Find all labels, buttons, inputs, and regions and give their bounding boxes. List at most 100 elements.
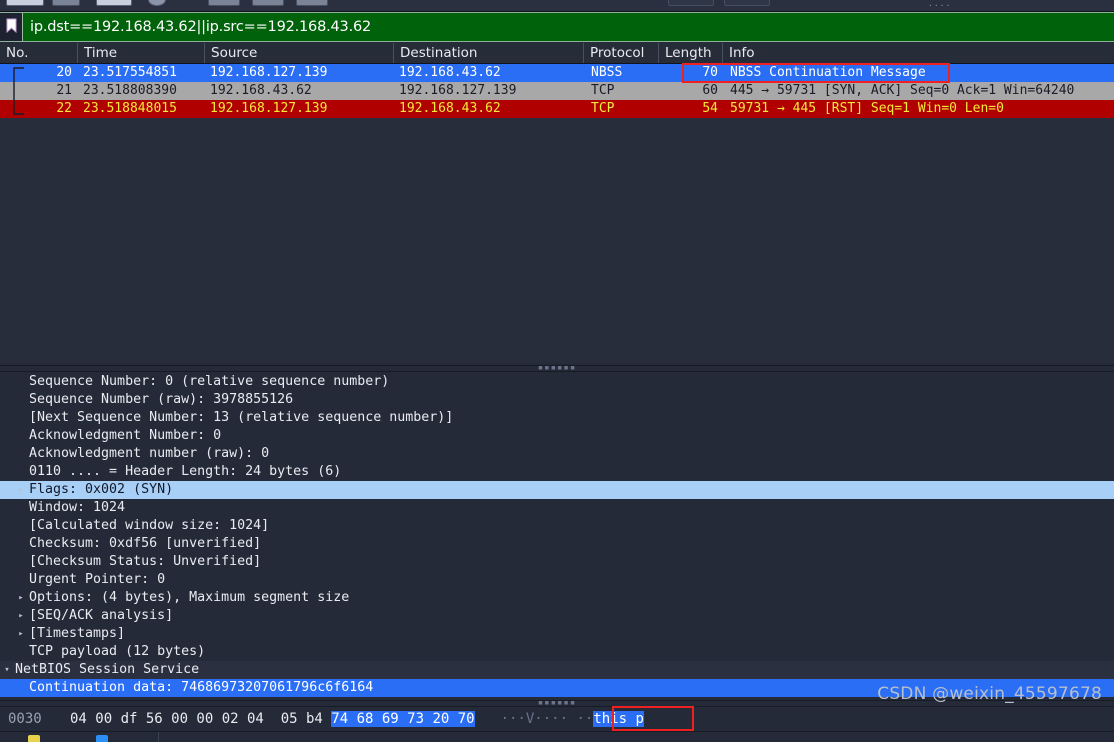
detail-row[interactable]: Urgent Pointer: 0 bbox=[0, 571, 1114, 589]
forward-button[interactable] bbox=[724, 0, 770, 6]
hex-ascii[interactable]: ···V···· ··this p bbox=[501, 707, 644, 731]
chevron-right-icon[interactable]: ▸ bbox=[14, 481, 28, 499]
column-header-time[interactable]: Time bbox=[78, 43, 205, 63]
column-header-info[interactable]: Info bbox=[723, 43, 1114, 63]
packet-cell-time: 23.517554851 bbox=[83, 65, 177, 80]
detail-row-label: [Timestamps] bbox=[29, 626, 126, 641]
detail-row[interactable]: [Calculated window size: 1024] bbox=[0, 517, 1114, 535]
packet-cell-source: 192.168.127.139 bbox=[210, 65, 328, 80]
display-filter-bar[interactable]: ip.dst==192.168.43.62||ip.src==192.168.4… bbox=[0, 12, 1114, 42]
toolbar-grip[interactable]: ···· bbox=[928, 1, 951, 10]
detail-row[interactable]: 0110 .... = Header Length: 24 bytes (6) bbox=[0, 463, 1114, 481]
hex-ascii-plain: ···V···· ·· bbox=[500, 711, 594, 727]
packet-cell-info: NBSS Continuation Message bbox=[730, 65, 926, 80]
packet-row[interactable]: 20 23.517554851 192.168.127.139 192.168.43.… bbox=[0, 64, 1114, 82]
zoom-in-icon[interactable] bbox=[208, 0, 240, 6]
back-button[interactable] bbox=[668, 0, 714, 6]
packet-cell-source: 192.168.127.139 bbox=[210, 101, 328, 116]
bookmark-icon bbox=[6, 18, 17, 37]
chevron-down-icon[interactable]: ▾ bbox=[0, 661, 14, 679]
detail-row-label: [Calculated window size: 1024] bbox=[29, 518, 270, 533]
packet-cell-no: 21 bbox=[56, 83, 72, 98]
chevron-right-icon[interactable]: ▸ bbox=[14, 589, 28, 607]
column-header-length[interactable]: Length bbox=[659, 43, 723, 63]
display-filter-input[interactable]: ip.dst==192.168.43.62||ip.src==192.168.4… bbox=[23, 19, 371, 35]
chevron-right-icon[interactable]: ▸ bbox=[14, 607, 28, 625]
detail-row[interactable]: ▸ Options: (4 bytes), Maximum segment siz… bbox=[0, 589, 1114, 607]
filter-bookmark-button[interactable] bbox=[0, 13, 23, 41]
detail-row-label: [SEQ/ACK analysis] bbox=[29, 608, 174, 623]
packet-cell-length: 54 bbox=[702, 101, 718, 116]
column-header-protocol[interactable]: Protocol bbox=[584, 43, 659, 63]
packet-cell-source: 192.168.43.62 bbox=[210, 83, 312, 98]
detail-row[interactable]: Acknowledgment number (raw): 0 bbox=[0, 445, 1114, 463]
detail-row-label: Acknowledgment number (raw): 0 bbox=[29, 446, 270, 461]
packet-list-detail-splitter[interactable]: ▪▪▪▪▪▪ bbox=[0, 364, 1114, 373]
packet-cell-destination: 192.168.127.139 bbox=[399, 83, 517, 98]
packet-cell-destination: 192.168.43.62 bbox=[399, 65, 501, 80]
detail-row[interactable]: ▸ Flags: 0x002 (SYN) bbox=[0, 481, 1114, 499]
capture-file-icon[interactable] bbox=[96, 735, 108, 742]
packet-row[interactable]: 21 23.518808390 192.168.43.62 192.168.127.1… bbox=[0, 82, 1114, 100]
detail-row-label: Sequence Number: 0 (relative sequence nu… bbox=[29, 374, 390, 389]
detail-row-label: Continuation data: 74686973207061796c6f6… bbox=[29, 680, 374, 695]
packet-cell-info: 59731 → 445 [RST] Seq=1 Win=0 Len=0 bbox=[730, 101, 1004, 116]
detail-row[interactable]: ▸ [Timestamps] bbox=[0, 625, 1114, 643]
detail-row[interactable]: Acknowledgment Number: 0 bbox=[0, 427, 1114, 445]
hex-line[interactable]: 0030 04 00 df 56 00 00 02 04 05 b4 74 68… bbox=[0, 707, 1114, 731]
detail-row-label: Flags: 0x002 (SYN) bbox=[29, 482, 174, 497]
hex-ascii-selected[interactable]: this p bbox=[593, 711, 644, 727]
status-bar bbox=[0, 731, 1114, 742]
detail-row[interactable]: Window: 1024 bbox=[0, 499, 1114, 517]
detail-row[interactable]: [Checksum Status: Unverified] bbox=[0, 553, 1114, 571]
packet-cell-time: 23.518848015 bbox=[83, 101, 177, 116]
detail-row-label: Options: (4 bytes), Maximum segment size bbox=[29, 590, 350, 605]
packet-cell-length: 70 bbox=[702, 65, 718, 80]
detail-row-label: 0110 .... = Header Length: 24 bytes (6) bbox=[29, 464, 342, 479]
packet-bytes-pane[interactable]: 0030 04 00 df 56 00 00 02 04 05 b4 74 68… bbox=[0, 707, 1114, 731]
main-toolbar[interactable]: ···· bbox=[0, 0, 1114, 12]
packet-list-pane[interactable]: No. Time Source Destination Protocol Len… bbox=[0, 43, 1114, 363]
open-icon[interactable] bbox=[6, 0, 44, 6]
packet-cell-protocol: TCP bbox=[591, 83, 615, 98]
detail-row[interactable]: Sequence Number: 0 (relative sequence nu… bbox=[0, 373, 1114, 391]
column-header-no[interactable]: No. bbox=[0, 43, 78, 63]
hex-offset: 0030 bbox=[8, 711, 42, 727]
status-divider bbox=[158, 732, 159, 742]
packet-cell-info: 445 → 59731 [SYN, ACK] Seq=0 Ack=1 Win=6… bbox=[730, 83, 1075, 98]
detail-row-label: Sequence Number (raw): 3978855126 bbox=[29, 392, 294, 407]
detail-row-label: Window: 1024 bbox=[29, 500, 126, 515]
detail-row[interactable]: Sequence Number (raw): 3978855126 bbox=[0, 391, 1114, 409]
packet-list-rows[interactable]: 20 23.517554851 192.168.127.139 192.168.43.… bbox=[0, 64, 1114, 118]
detail-row[interactable]: [Next Sequence Number: 13 (relative sequ… bbox=[0, 409, 1114, 427]
column-header-destination[interactable]: Destination bbox=[394, 43, 584, 63]
packet-row[interactable]: 22 23.518848015 192.168.127.139 192.168.43.… bbox=[0, 100, 1114, 118]
detail-row-label: TCP payload (12 bytes) bbox=[29, 644, 206, 659]
zoom-reset-icon[interactable] bbox=[296, 0, 328, 6]
splitter-grip-icon: ▪▪▪▪▪▪ bbox=[537, 698, 577, 708]
save-icon[interactable] bbox=[96, 0, 132, 6]
detail-row[interactable]: ▾ NetBIOS Session Service bbox=[0, 661, 1114, 679]
detail-row-label: Urgent Pointer: 0 bbox=[29, 572, 166, 587]
detail-row[interactable]: TCP payload (12 bytes) bbox=[0, 643, 1114, 661]
detail-row-label: Acknowledgment Number: 0 bbox=[29, 428, 222, 443]
packet-cell-no: 22 bbox=[56, 101, 72, 116]
zoom-out-icon[interactable] bbox=[252, 0, 284, 6]
detail-row[interactable]: Checksum: 0xdf56 [unverified] bbox=[0, 535, 1114, 553]
reload-icon[interactable] bbox=[52, 0, 80, 6]
hex-bytes[interactable]: 04 00 df 56 00 00 02 04 05 b4 74 68 69 7… bbox=[70, 707, 475, 731]
hex-bytes-selected[interactable]: 74 68 69 73 20 70 bbox=[331, 711, 475, 727]
hex-bytes-plain: 04 00 df 56 00 00 02 04 05 b4 bbox=[70, 711, 332, 727]
detail-row-label: [Checksum Status: Unverified] bbox=[29, 554, 262, 569]
detail-row[interactable]: ▸ [SEQ/ACK analysis] bbox=[0, 607, 1114, 625]
packet-cell-no: 20 bbox=[56, 65, 72, 80]
detail-row-label: NetBIOS Session Service bbox=[15, 662, 200, 677]
close-icon[interactable] bbox=[148, 0, 166, 6]
chevron-right-icon[interactable]: ▸ bbox=[14, 625, 28, 643]
column-header-source[interactable]: Source bbox=[205, 43, 394, 63]
packet-cell-time: 23.518808390 bbox=[83, 83, 177, 98]
expert-info-icon[interactable] bbox=[28, 735, 40, 742]
packet-detail-pane[interactable]: Sequence Number: 0 (relative sequence nu… bbox=[0, 373, 1114, 700]
packet-list-header[interactable]: No. Time Source Destination Protocol Len… bbox=[0, 43, 1114, 64]
packet-cell-protocol: NBSS bbox=[591, 65, 623, 80]
